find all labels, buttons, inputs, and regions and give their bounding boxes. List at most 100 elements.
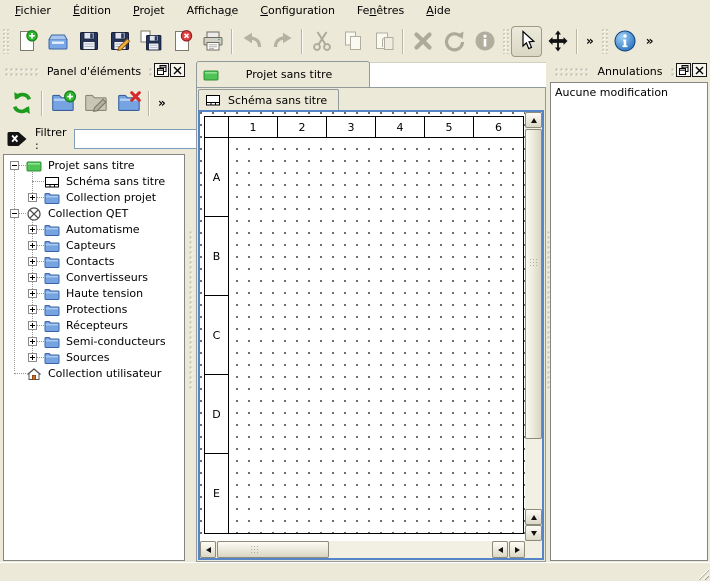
- tab-bar-filler: [370, 62, 546, 88]
- tree-expand-icon[interactable]: [28, 225, 37, 234]
- panel-toolbar-overflow-button[interactable]: »: [153, 96, 171, 110]
- save-as-button[interactable]: [104, 26, 135, 57]
- float-panel-button[interactable]: [154, 63, 169, 77]
- resize-grip[interactable]: [696, 567, 709, 580]
- scroll-up-button[interactable]: [525, 112, 542, 128]
- tree-item[interactable]: Capteurs: [4, 238, 184, 254]
- tree-item[interactable]: Automatisme: [4, 222, 184, 238]
- tree-item[interactable]: Sources: [4, 350, 184, 366]
- tree-item[interactable]: Collection utilisateur: [4, 366, 184, 382]
- tree-item[interactable]: Collection QET: [4, 206, 184, 222]
- copy-button[interactable]: [337, 26, 368, 57]
- scroll-left-button-2[interactable]: [492, 541, 508, 558]
- tree-item[interactable]: Projet sans titre: [4, 158, 184, 174]
- project-tab[interactable]: Projet sans titre: [196, 61, 370, 87]
- undo-history-item[interactable]: Aucune modification: [555, 85, 703, 100]
- float-panel-button[interactable]: [676, 63, 691, 77]
- qelectrotech-window: { "colors": { "window_bg": "#ece9d8", "f…: [0, 0, 710, 581]
- toolbar-drag-handle[interactable]: [502, 28, 509, 54]
- tree-item-label: Automatisme: [66, 223, 140, 236]
- tree-item[interactable]: Récepteurs: [4, 318, 184, 334]
- horizontal-scroll-thumb[interactable]: [217, 541, 329, 558]
- new-category-button[interactable]: [46, 86, 79, 120]
- delete-button[interactable]: [407, 26, 438, 57]
- diagram-tab-label: Schéma sans titre: [228, 94, 327, 107]
- information-button[interactable]: [469, 26, 500, 57]
- menu-item-fichier[interactable]: Fichier: [4, 1, 62, 21]
- tree-expand-icon[interactable]: [28, 305, 37, 314]
- tree-expand-icon[interactable]: [28, 337, 37, 346]
- redo-button[interactable]: [267, 26, 298, 57]
- tree-collapse-icon[interactable]: [10, 209, 19, 218]
- tree-expand-icon[interactable]: [28, 321, 37, 330]
- left-splitter[interactable]: [188, 60, 194, 562]
- diagram-tab[interactable]: Schéma sans titre: [198, 89, 339, 110]
- tree-item[interactable]: Schéma sans titre: [4, 174, 184, 190]
- undo-button[interactable]: [236, 26, 267, 57]
- print-button[interactable]: [197, 26, 228, 57]
- reload-collections-button[interactable]: [5, 86, 38, 120]
- menu-item-aide[interactable]: Aide: [415, 1, 461, 21]
- rotate-button[interactable]: [438, 26, 469, 57]
- toolbar-drag-handle[interactable]: [2, 28, 9, 54]
- toolbar-separator: [41, 91, 43, 116]
- tree-expand-icon[interactable]: [28, 353, 37, 362]
- tree-item[interactable]: Haute tension: [4, 286, 184, 302]
- tree-collapse-icon[interactable]: [10, 161, 19, 170]
- delete-category-button[interactable]: [112, 86, 145, 120]
- menu-item-fenetres[interactable]: Fenêtres: [346, 1, 415, 21]
- move-mode-button[interactable]: [542, 26, 573, 57]
- tree-expand-icon[interactable]: [28, 273, 37, 282]
- diagram-icon: [44, 174, 60, 190]
- workspace: Projet sans titre Schéma sans titre 1234…: [196, 60, 546, 562]
- horizontal-scrollbar[interactable]: [200, 541, 525, 558]
- diagram-canvas[interactable]: 123456ABCDE: [200, 112, 525, 541]
- toolbar-separator: [402, 29, 404, 54]
- tree-item[interactable]: Protections: [4, 302, 184, 318]
- scroll-up-button-2[interactable]: [525, 509, 542, 525]
- column-header: 4: [376, 117, 425, 138]
- close-panel-button[interactable]: [170, 63, 185, 77]
- vertical-scroll-thumb[interactable]: [525, 129, 542, 439]
- elements-tree[interactable]: Projet sans titreSchéma sans titreCollec…: [3, 154, 185, 561]
- clear-filter-button[interactable]: [7, 131, 28, 147]
- save-all-button[interactable]: [135, 26, 166, 57]
- open-button[interactable]: [42, 26, 73, 57]
- menu-item-configuration[interactable]: Configuration: [249, 1, 346, 21]
- tree-item[interactable]: Convertisseurs: [4, 270, 184, 286]
- elements-panel-titlebar[interactable]: Panel d'éléments: [0, 62, 188, 80]
- tree-expand-icon[interactable]: [28, 193, 37, 202]
- tree-item[interactable]: Semi-conducteurs: [4, 334, 184, 350]
- undo-history-list[interactable]: Aucune modification: [550, 82, 708, 561]
- tree-expand-icon[interactable]: [28, 241, 37, 250]
- save-button[interactable]: [73, 26, 104, 57]
- scroll-down-button[interactable]: [525, 525, 542, 541]
- folder-icon: [44, 334, 60, 350]
- undo-panel-title: Annulations: [597, 65, 662, 78]
- tree-item[interactable]: Collection projet: [4, 190, 184, 206]
- menu-item-edition[interactable]: Édition: [62, 1, 122, 21]
- tree-item[interactable]: Contacts: [4, 254, 184, 270]
- cut-button[interactable]: [306, 26, 337, 57]
- edit-category-button[interactable]: [79, 86, 112, 120]
- close-file-button[interactable]: [166, 26, 197, 57]
- scroll-left-button[interactable]: [200, 541, 216, 558]
- toolbar-overflow-button[interactable]: »: [581, 34, 599, 48]
- toolbar-overflow-button[interactable]: »: [641, 34, 659, 48]
- tree-expand-icon[interactable]: [28, 257, 37, 266]
- scroll-right-button[interactable]: [509, 541, 525, 558]
- paste-button[interactable]: [368, 26, 399, 57]
- tree-expand-icon[interactable]: [28, 289, 37, 298]
- project-tab-label: Projet sans titre: [219, 68, 369, 81]
- menu-item-projet[interactable]: Projet: [122, 1, 176, 21]
- toolbar-drag-handle[interactable]: [601, 28, 608, 54]
- folder-icon: [44, 318, 60, 334]
- close-panel-button[interactable]: [692, 63, 707, 77]
- undo-panel-titlebar[interactable]: Annulations: [550, 62, 710, 80]
- about-button[interactable]: [610, 26, 641, 57]
- vertical-scrollbar[interactable]: [525, 112, 542, 541]
- menu-item-affichage[interactable]: Affichage: [176, 1, 250, 21]
- new-document-button[interactable]: [11, 26, 42, 57]
- tree-guide: [37, 293, 44, 294]
- selection-mode-button[interactable]: [511, 26, 542, 57]
